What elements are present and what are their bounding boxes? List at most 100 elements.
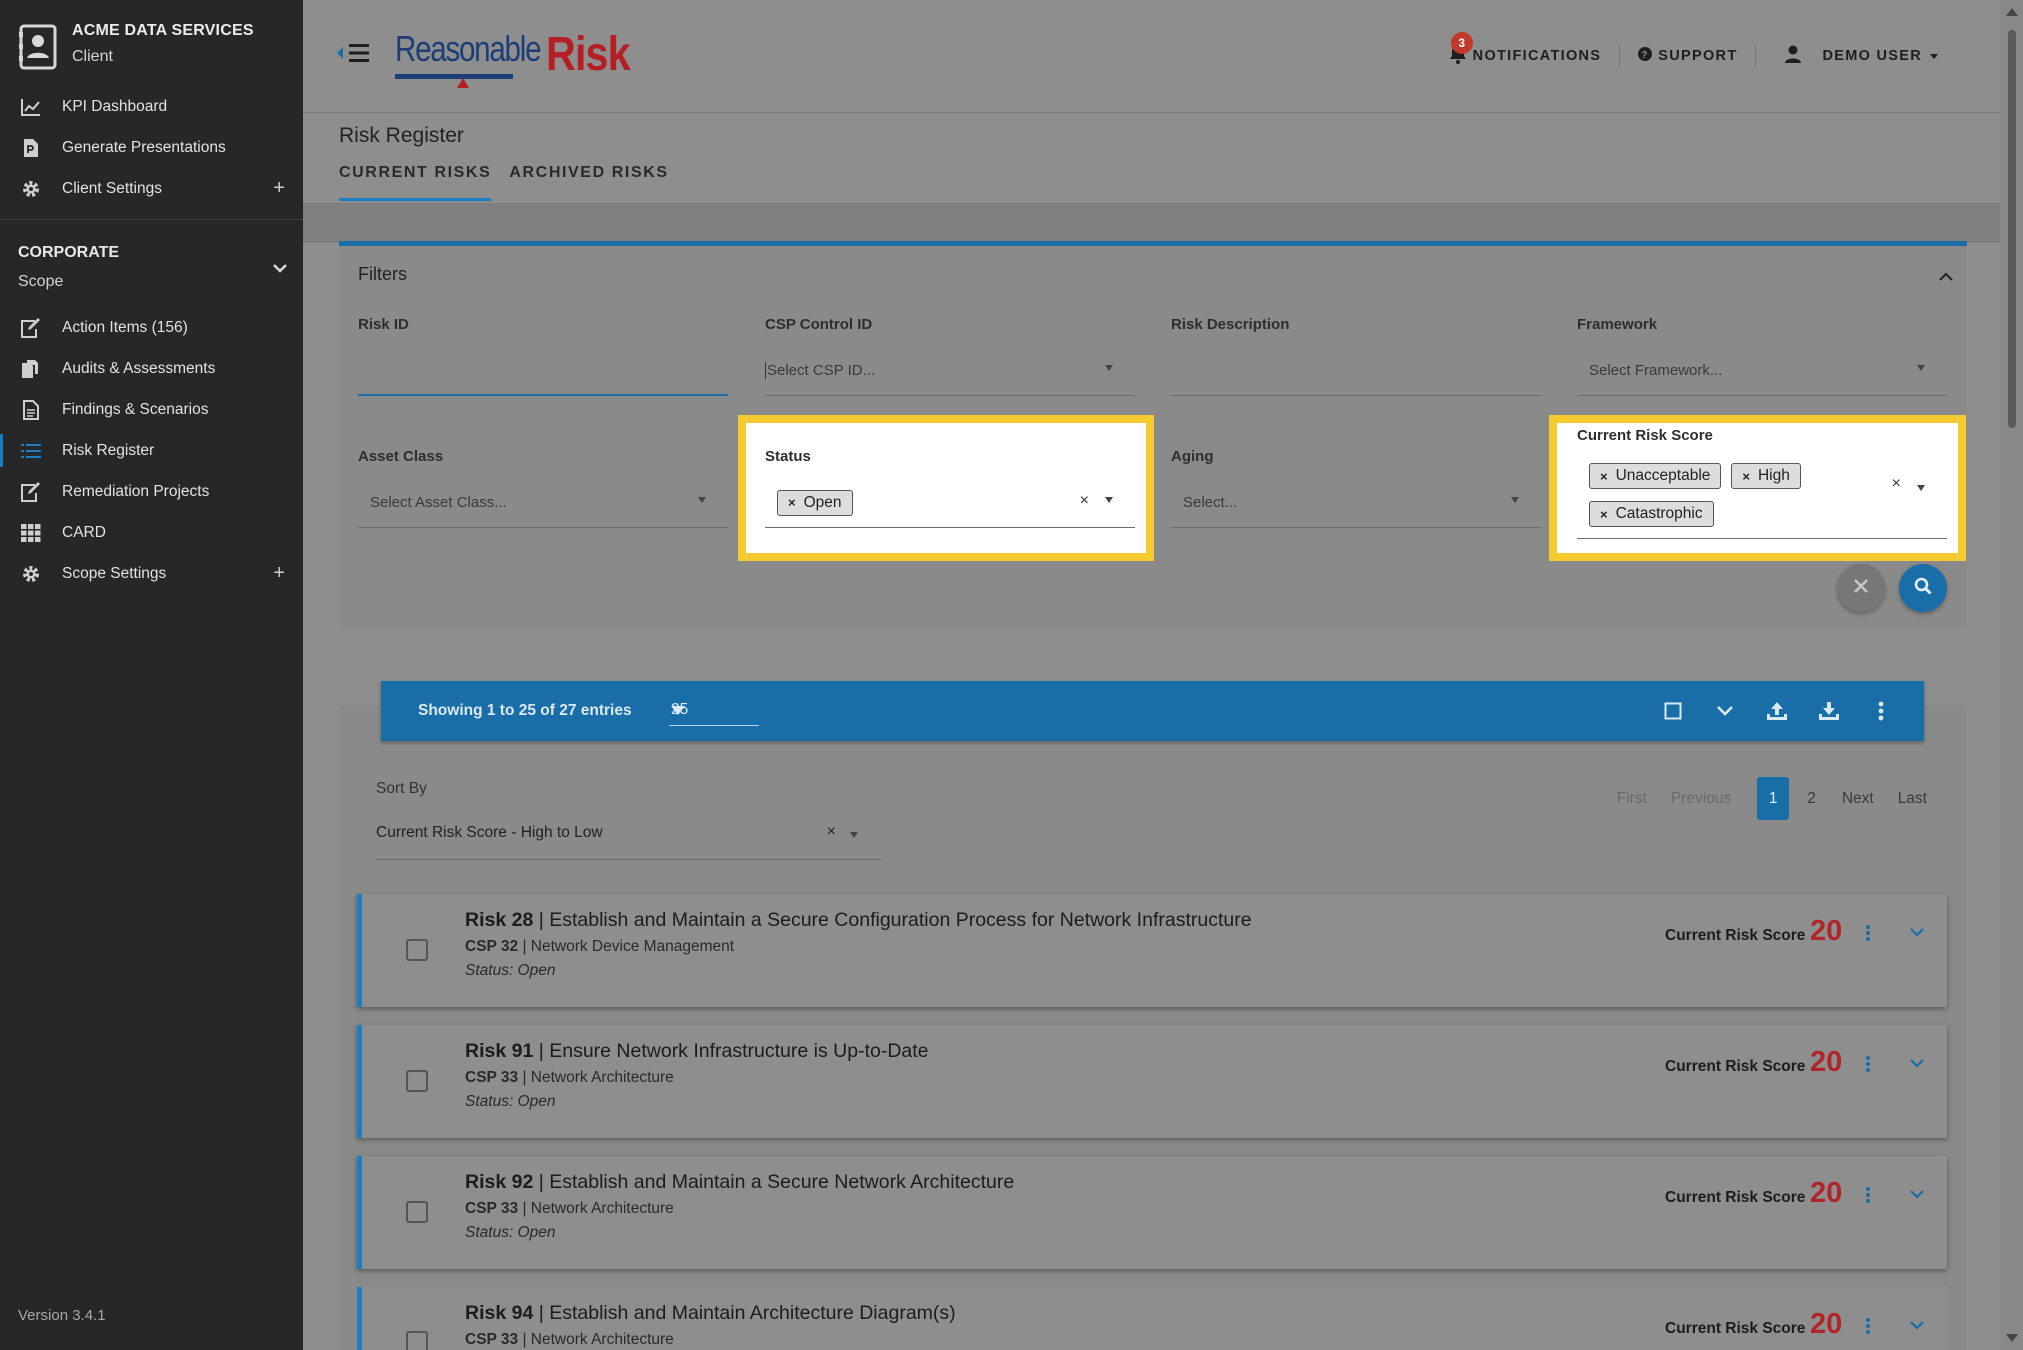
risk-status: Status: Open xyxy=(465,962,556,979)
chip-remove-icon[interactable]: × xyxy=(1742,469,1750,484)
sidebar-item-generate-presentations[interactable]: Generate Presentations xyxy=(0,127,303,168)
chevron-down-icon[interactable] xyxy=(1909,924,1925,942)
more-vertical-icon[interactable] xyxy=(1865,1186,1871,1209)
risk-card[interactable]: Risk 92 | Establish and Maintain a Secur… xyxy=(357,1156,1947,1269)
support-button[interactable]: ? SUPPORT xyxy=(1620,47,1755,65)
risk-id: Risk 94 xyxy=(465,1302,534,1324)
pager-previous[interactable]: Previous xyxy=(1671,790,1731,808)
risk-name: Ensure Network Infrastructure is Up-to-D… xyxy=(549,1040,929,1062)
header-actions: 3 NOTIFICATIONS ? SUPPORT DEMO USER xyxy=(1431,30,2000,82)
risk-description-input[interactable] xyxy=(1171,346,1541,396)
gear-icon xyxy=(20,563,42,585)
risk-id: Risk 92 xyxy=(465,1171,534,1193)
chip-remove-icon[interactable]: × xyxy=(788,495,796,510)
risk-checkbox[interactable] xyxy=(406,1331,428,1350)
sidebar-item-audits-assessments[interactable]: Audits & Assessments xyxy=(0,348,303,389)
clear-icon[interactable]: × xyxy=(827,823,836,841)
client-name: ACME DATA SERVICES xyxy=(72,22,254,39)
user-menu-button[interactable]: DEMO USER xyxy=(1756,45,2000,67)
status-select[interactable]: × Open × xyxy=(765,478,1135,528)
tab-current-risks[interactable]: CURRENT RISKS xyxy=(339,164,492,201)
aging-placeholder: Select... xyxy=(1183,494,1238,511)
chevron-up-icon[interactable] xyxy=(1939,268,1953,286)
scroll-down-arrow[interactable] xyxy=(2006,1334,2018,1342)
scroll-thumb[interactable] xyxy=(2008,30,2016,428)
content-band xyxy=(303,203,2000,243)
risk-description-label: Risk Description xyxy=(1171,316,1290,333)
risk-card[interactable]: Risk 28 | Establish and Maintain a Secur… xyxy=(357,894,1947,1007)
sidebar-item-risk-register[interactable]: Risk Register xyxy=(0,430,303,471)
sort-by-select[interactable]: Current Risk Score - High to Low × xyxy=(376,806,882,860)
risk-status: Status: Open xyxy=(465,1224,556,1241)
csp-name: Network Architecture xyxy=(530,1069,674,1086)
score-chip-catastrophic[interactable]: × Catastrophic xyxy=(1589,501,1714,527)
scope-switcher[interactable]: CORPORATE Scope xyxy=(18,244,119,291)
chip-remove-icon[interactable]: × xyxy=(1600,469,1608,484)
pager-last[interactable]: Last xyxy=(1898,790,1927,808)
collapse-menu-icon[interactable] xyxy=(335,42,375,69)
page-scrollbar[interactable] xyxy=(2000,0,2023,1350)
select-all-checkbox-icon[interactable] xyxy=(1660,698,1686,724)
chevron-down-icon[interactable] xyxy=(1712,698,1738,724)
risk-checkbox[interactable] xyxy=(406,1201,428,1223)
logo-triangle xyxy=(457,78,469,88)
sidebar-item-card[interactable]: CARD xyxy=(0,512,303,553)
clear-icon[interactable]: × xyxy=(1080,492,1089,510)
expand-plus-icon[interactable]: + xyxy=(273,177,285,200)
more-vertical-icon[interactable] xyxy=(1865,924,1871,947)
tab-archived-risks[interactable]: ARCHIVED RISKS xyxy=(509,164,668,201)
more-vertical-icon[interactable] xyxy=(1865,1055,1871,1078)
risk-title: Risk 28 | Establish and Maintain a Secur… xyxy=(465,909,1252,931)
caret-down-icon xyxy=(671,706,685,715)
clear-filters-button[interactable] xyxy=(1837,564,1885,612)
page-size-select[interactable]: 25 xyxy=(669,696,759,726)
risk-card[interactable]: Risk 94 | Establish and Maintain Archite… xyxy=(357,1287,1947,1350)
csp-control-select[interactable]: Select CSP ID... xyxy=(765,346,1135,396)
clear-icon[interactable]: × xyxy=(1892,475,1901,493)
notifications-button[interactable]: 3 NOTIFICATIONS xyxy=(1431,32,1620,68)
risk-id-input[interactable] xyxy=(358,346,728,396)
asset-class-select[interactable]: Select Asset Class... xyxy=(358,478,728,528)
status-chip-open[interactable]: × Open xyxy=(777,489,853,516)
score-chip-unacceptable[interactable]: × Unacceptable xyxy=(1589,463,1722,489)
sidebar-item-findings-scenarios[interactable]: Findings & Scenarios xyxy=(0,389,303,430)
risk-score-select[interactable]: × Unacceptable × High × Catastrophic × xyxy=(1577,455,1947,539)
upload-icon[interactable] xyxy=(1764,698,1790,724)
risk-card[interactable]: Risk 91 | Ensure Network Infrastructure … xyxy=(357,1025,1947,1138)
risk-checkbox[interactable] xyxy=(406,1070,428,1092)
risk-csp: CSP 33 | Network Architecture xyxy=(465,1069,674,1086)
chevron-down-icon[interactable] xyxy=(1909,1317,1925,1335)
caret-down-icon xyxy=(1105,365,1113,371)
more-vertical-icon[interactable] xyxy=(1865,1317,1871,1340)
entries-count: Showing 1 to 25 of 27 entries xyxy=(418,702,632,719)
expand-plus-icon[interactable]: + xyxy=(273,562,285,585)
client-switcher[interactable]: ACME DATA SERVICES Client xyxy=(18,22,254,72)
risk-tabs: CURRENT RISKS ARCHIVED RISKS xyxy=(339,164,687,201)
pager-next[interactable]: Next xyxy=(1842,790,1874,808)
sidebar-divider xyxy=(0,219,303,220)
download-icon[interactable] xyxy=(1816,698,1842,724)
sidebar-item-remediation-projects[interactable]: Remediation Projects xyxy=(0,471,303,512)
score-chip-high[interactable]: × High xyxy=(1731,463,1801,489)
chevron-down-icon[interactable] xyxy=(1909,1055,1925,1073)
pager-page-2[interactable]: 2 xyxy=(1807,790,1816,808)
sidebar-item-client-settings[interactable]: Client Settings + xyxy=(0,168,303,209)
question-circle-icon: ? xyxy=(1638,47,1653,65)
pager-page-1[interactable]: 1 xyxy=(1757,777,1790,820)
risk-checkbox[interactable] xyxy=(406,939,428,961)
framework-select[interactable]: Select Framework... xyxy=(1577,346,1947,396)
chip-remove-icon[interactable]: × xyxy=(1600,507,1608,522)
chevron-down-icon[interactable] xyxy=(272,260,288,278)
sidebar-item-action-items[interactable]: Action Items (156) xyxy=(0,307,303,348)
search-button[interactable] xyxy=(1899,564,1947,612)
more-vertical-icon[interactable] xyxy=(1868,698,1894,724)
app-logo[interactable]: Reasonable Risk xyxy=(395,28,644,88)
chevron-down-icon[interactable] xyxy=(1909,1186,1925,1204)
sidebar-item-kpi-dashboard[interactable]: KPI Dashboard xyxy=(0,86,303,127)
asset-class-field: Asset Class Select Asset Class... xyxy=(358,448,728,528)
sidebar-item-scope-settings[interactable]: Scope Settings + xyxy=(0,553,303,594)
scroll-up-arrow[interactable] xyxy=(2006,8,2018,16)
aging-select[interactable]: Select... xyxy=(1171,478,1541,528)
pager-first[interactable]: First xyxy=(1617,790,1647,808)
top-header: Reasonable Risk 3 NOTIFICATIONS ? SUPPOR… xyxy=(303,0,2000,113)
